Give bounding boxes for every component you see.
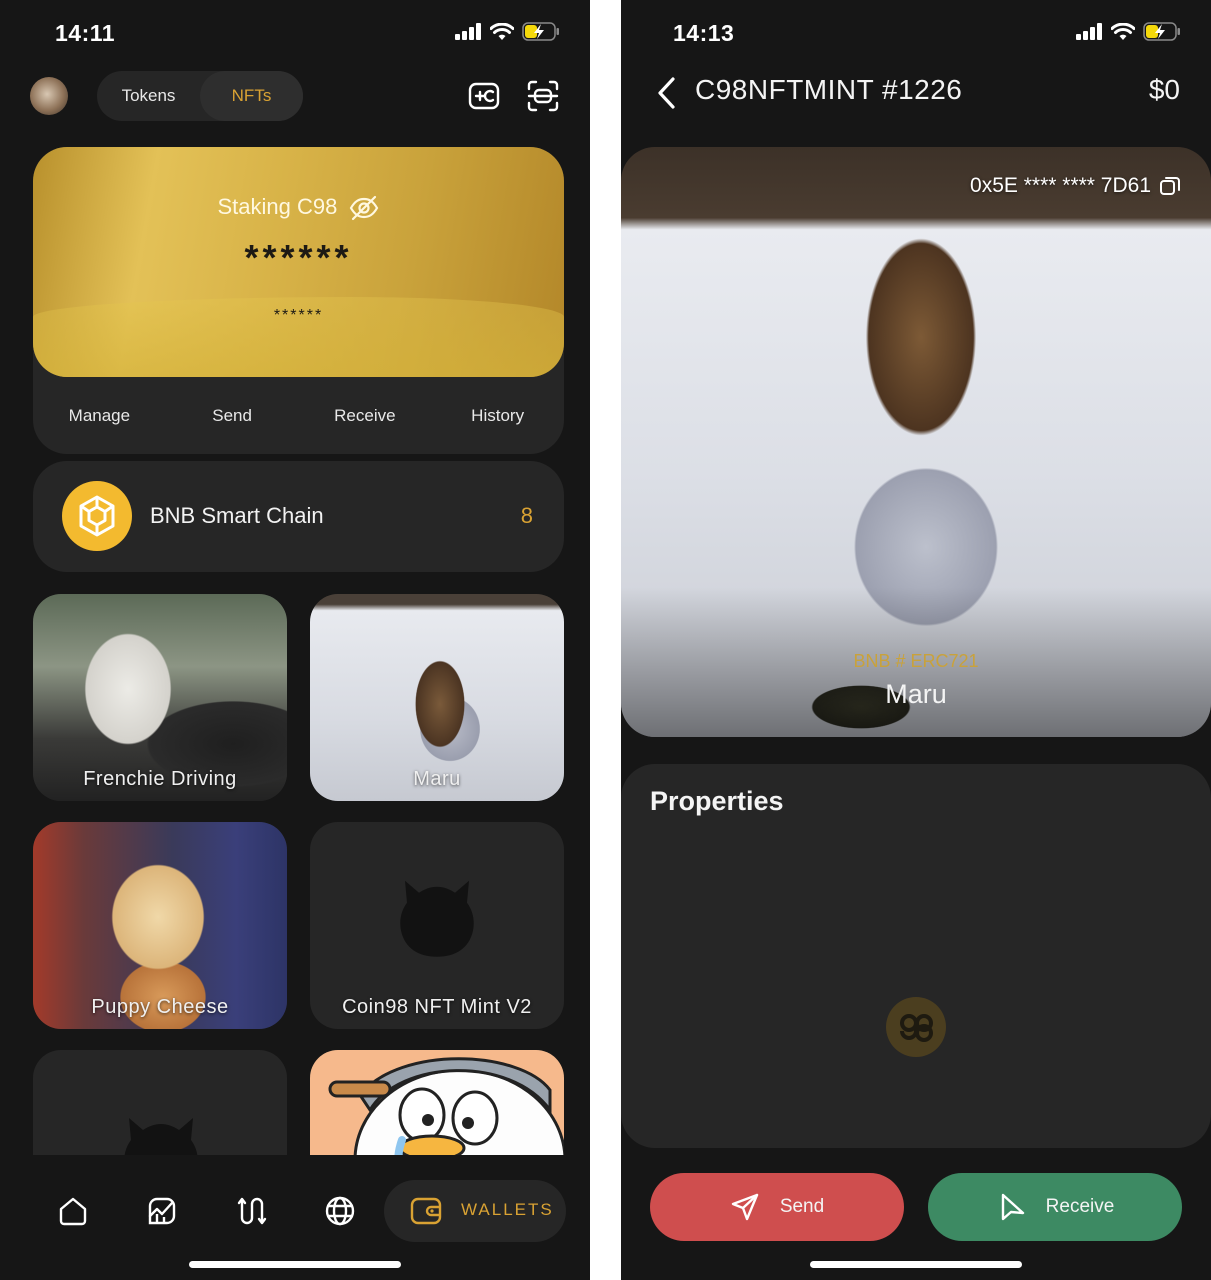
nft-tile[interactable]: Puppy Cheese: [33, 822, 287, 1029]
home-indicator: [810, 1261, 1022, 1268]
history-button[interactable]: History: [431, 377, 564, 454]
tab-tokens[interactable]: Tokens: [97, 71, 200, 121]
card-actions: Manage Send Receive History: [33, 377, 564, 454]
eye-off-icon[interactable]: [349, 195, 379, 221]
copy-icon[interactable]: [1159, 175, 1181, 197]
tab-nfts[interactable]: NFTs: [200, 71, 303, 121]
manage-button[interactable]: Manage: [33, 377, 166, 454]
card-sub-balance: ******: [273, 307, 324, 324]
card-title-text: Staking C98: [217, 194, 338, 219]
nft-tile[interactable]: Frenchie Driving: [33, 594, 287, 801]
staking-card: Staking C98 ****** ****** Manage Send Re…: [33, 147, 564, 454]
status-bar: 14:11: [0, 0, 590, 64]
nft-name: Frenchie Driving: [83, 768, 237, 790]
chain-name: BNB Smart Chain: [150, 503, 324, 528]
page-title: C98NFTMINT #1226: [695, 74, 963, 105]
wallet-nfts-screen: 14:11 Tokens NFTs Staking C98 ****** ***…: [0, 0, 590, 1280]
contract-address[interactable]: 0x5E **** **** 7D61: [970, 174, 1181, 198]
market-chart-icon[interactable]: [145, 1194, 179, 1228]
send-button-label: Send: [779, 1196, 825, 1217]
nft-tile[interactable]: Maru: [310, 594, 564, 801]
receive-arrow-icon: [1001, 1193, 1024, 1221]
browser-globe-icon[interactable]: [323, 1194, 357, 1228]
properties-panel: Properties: [621, 764, 1211, 1148]
properties-title: Properties: [650, 786, 784, 816]
chain-nft-count: 8: [520, 503, 533, 528]
signal-icon: [1076, 23, 1102, 40]
status-icons: [1076, 22, 1181, 41]
status-bar: 14:13: [621, 0, 1211, 64]
tab-wallets[interactable]: WALLETS: [384, 1180, 566, 1242]
send-arrow-icon: [731, 1193, 759, 1221]
signal-icon: [455, 23, 481, 40]
chain-row-bnb[interactable]: BNB Smart Chain 8: [33, 461, 564, 572]
contract-address-text: 0x5E **** **** 7D61: [970, 174, 1151, 197]
nft-placeholder-icon: [400, 880, 474, 957]
nft-name: Puppy Cheese: [91, 996, 229, 1018]
nft-name: Maru: [885, 679, 947, 709]
coin98-logo-icon: [886, 997, 946, 1057]
send-button[interactable]: Send: [650, 1173, 904, 1241]
status-icons: [455, 22, 560, 41]
battery-charging-icon: [1143, 22, 1180, 41]
nft-hero-image: 0x5E **** **** 7D61 BNB # ERC721 Maru: [621, 147, 1211, 737]
tab-wallets-label: WALLETS: [461, 1200, 554, 1219]
wifi-icon: [490, 22, 514, 40]
tokens-nfts-toggle: Tokens NFTs: [97, 71, 303, 121]
nft-name: Coin98 NFT Mint V2: [342, 996, 532, 1018]
nft-tile[interactable]: Coin98 NFT Mint V2: [310, 822, 564, 1029]
nft-name: Maru: [413, 768, 461, 790]
swap-bridge-icon[interactable]: [234, 1194, 268, 1228]
nft-detail-screen: 14:13 C98NFTMINT #1226 $0 0x5E **** ****…: [621, 0, 1211, 1280]
status-time: 14:13: [673, 20, 735, 46]
battery-charging-icon: [522, 22, 559, 41]
wallet-icon: [410, 1197, 442, 1225]
avatar[interactable]: [30, 77, 68, 115]
nft-chain-standard: BNB # ERC721: [853, 651, 979, 671]
staking-card-face[interactable]: Staking C98 ****** ******: [33, 147, 564, 377]
receive-button[interactable]: Receive: [928, 1173, 1182, 1241]
receive-button-label: Receive: [1045, 1196, 1115, 1217]
scan-icon[interactable]: [526, 79, 560, 113]
bnb-logo-icon: [62, 481, 132, 551]
send-button[interactable]: Send: [166, 377, 299, 454]
wifi-icon: [1111, 22, 1135, 40]
home-indicator: [189, 1261, 401, 1268]
add-token-icon[interactable]: [467, 79, 501, 113]
nft-price: $0: [1148, 74, 1180, 105]
card-balance: ******: [244, 237, 353, 278]
card-title: Staking C98: [33, 194, 564, 221]
status-time: 14:11: [55, 20, 116, 46]
back-chevron-icon[interactable]: [655, 76, 679, 110]
receive-button[interactable]: Receive: [299, 377, 432, 454]
home-icon[interactable]: [56, 1194, 90, 1228]
